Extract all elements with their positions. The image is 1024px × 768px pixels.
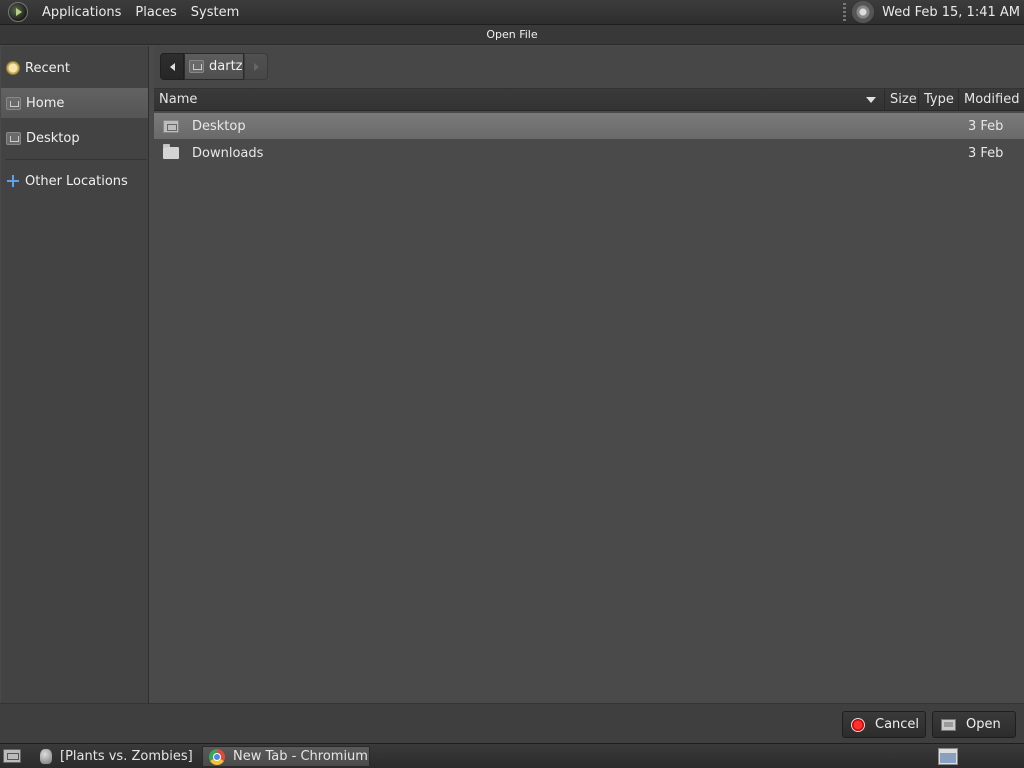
- open-folder-icon: [941, 718, 956, 731]
- recent-icon: [6, 61, 20, 75]
- column-header-label: Name: [159, 92, 198, 107]
- desktop-folder-icon: [163, 119, 179, 133]
- menu-applications[interactable]: Applications: [42, 5, 121, 20]
- open-label: Open: [966, 717, 1001, 732]
- workspace-switcher-icon[interactable]: [938, 748, 958, 765]
- path-bar: dartz: [154, 46, 1024, 88]
- sidebar-item-desktop[interactable]: Desktop: [1, 123, 148, 153]
- plus-icon: [6, 174, 20, 188]
- file-modified: 3 Feb: [968, 145, 1004, 161]
- column-header-modified[interactable]: Modified: [959, 89, 1024, 111]
- sidebar-item-other-locations[interactable]: Other Locations: [1, 166, 148, 196]
- sort-descending-icon[interactable]: [866, 97, 876, 103]
- sidebar-item-home[interactable]: Home: [1, 88, 148, 118]
- dialog-title: Open File: [486, 28, 538, 41]
- sidebar-divider: [5, 159, 147, 160]
- places-sidebar: Recent Home Desktop Other Locations: [1, 46, 149, 703]
- menu-system[interactable]: System: [191, 5, 239, 20]
- dialog-action-area: Cancel Open: [0, 703, 1024, 743]
- top-panel: Applications Places System Wed Feb 15, 1…: [0, 0, 1024, 25]
- column-header-name[interactable]: Name: [154, 89, 885, 111]
- column-headers: Name Size Type Modified: [154, 89, 1024, 111]
- taskbar-item-label: [Plants vs. Zombies]: [60, 749, 193, 764]
- taskbar-item-chromium[interactable]: New Tab - Chromium: [202, 746, 370, 767]
- open-button[interactable]: Open: [932, 711, 1016, 738]
- panel-grip: [843, 3, 847, 21]
- cancel-icon: [851, 717, 865, 732]
- file-row-desktop[interactable]: Desktop 3 Feb: [154, 113, 1024, 139]
- volume-icon[interactable]: [852, 1, 875, 23]
- column-header-label: Size: [890, 92, 917, 107]
- chromium-icon: [209, 748, 225, 765]
- file-modified: 3 Feb: [968, 118, 1004, 134]
- column-header-type[interactable]: Type: [919, 89, 959, 111]
- taskbar-item-plants-vs-zombies[interactable]: [Plants vs. Zombies]: [34, 746, 198, 767]
- sidebar-item-label: Recent: [25, 60, 70, 76]
- file-name: Desktop: [192, 118, 246, 134]
- path-forward-button[interactable]: [244, 53, 268, 80]
- file-row-downloads[interactable]: Downloads 3 Feb: [154, 140, 1024, 166]
- file-list: Name Size Type Modified Desktop 3 Feb Do…: [154, 88, 1024, 703]
- file-name: Downloads: [192, 145, 264, 161]
- sidebar-item-label: Home: [26, 95, 65, 111]
- menu-places[interactable]: Places: [135, 5, 176, 20]
- bottom-taskbar: [Plants vs. Zombies] New Tab - Chromium: [0, 743, 1024, 768]
- panel-clock[interactable]: Wed Feb 15, 1:41 AM: [882, 5, 1020, 20]
- menu-logo-icon[interactable]: [8, 2, 28, 22]
- cancel-button[interactable]: Cancel: [842, 711, 926, 738]
- panel-tray: Wed Feb 15, 1:41 AM: [843, 0, 1024, 25]
- sidebar-item-label: Other Locations: [25, 173, 128, 189]
- folder-icon: [163, 144, 179, 159]
- show-desktop-icon[interactable]: [3, 749, 21, 763]
- path-crumb-label: dartz: [209, 59, 243, 74]
- path-crumb-home[interactable]: dartz: [184, 53, 244, 80]
- path-back-button[interactable]: [160, 53, 184, 80]
- sidebar-item-recent[interactable]: Recent: [1, 53, 148, 83]
- dialog-title-bar: Open File: [0, 25, 1024, 45]
- taskbar-item-label: New Tab - Chromium: [233, 749, 368, 764]
- column-header-label: Modified: [964, 92, 1020, 107]
- home-icon: [6, 96, 21, 110]
- zombie-icon: [40, 749, 52, 764]
- sidebar-item-label: Desktop: [26, 130, 80, 146]
- column-header-size[interactable]: Size: [885, 89, 919, 111]
- home-icon: [189, 60, 204, 73]
- cancel-label: Cancel: [875, 717, 920, 732]
- column-header-label: Type: [924, 92, 954, 107]
- desktop-icon: [6, 131, 21, 145]
